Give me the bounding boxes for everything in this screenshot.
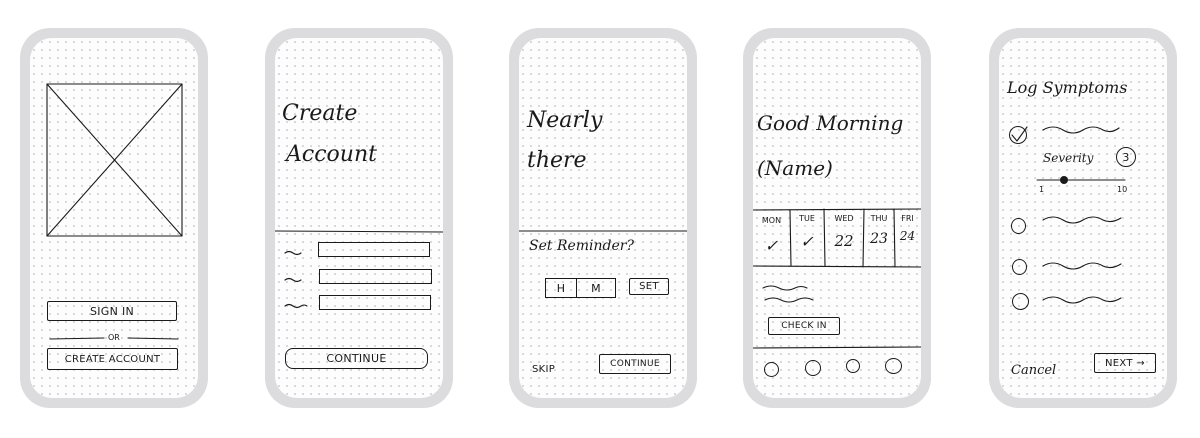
check-in-label: CHECK IN — [781, 321, 827, 331]
or-divider-label: OR — [108, 333, 120, 342]
continue-label: CONTINUE — [326, 352, 387, 365]
check-in-button[interactable]: CHECK IN — [768, 317, 840, 335]
phone-reminder: Nearly there Set Reminder? H M SET SKIP … — [509, 28, 697, 408]
symptom-checkbox-1[interactable] — [1009, 126, 1027, 144]
set-label: SET — [639, 281, 659, 292]
day-label-mon: MON — [761, 216, 782, 225]
slider-max-label: 10 — [1117, 185, 1128, 194]
continue-label: CONTINUE — [610, 359, 660, 369]
symptom-checkbox-2[interactable] — [1011, 218, 1026, 234]
symptom-checkbox-3[interactable] — [1012, 259, 1027, 275]
hours-placeholder: H — [556, 281, 566, 295]
nav-tab-3[interactable] — [846, 359, 860, 373]
set-reminder-label: Set Reminder? — [529, 238, 634, 254]
symptom-checkbox-4[interactable] — [1012, 293, 1029, 310]
day-mark-thu[interactable]: 23 — [864, 232, 894, 246]
minutes-placeholder: M — [591, 281, 601, 295]
nav-tab-4[interactable] — [885, 358, 902, 374]
screen-welcome: SIGN IN OR CREATE ACCOUNT — [30, 38, 198, 398]
severity-slider-handle[interactable] — [1060, 176, 1068, 184]
screen-create-account: Create Account CONTINUE — [275, 38, 443, 398]
day-mark-tue[interactable]: ✓ — [790, 234, 824, 250]
day-mark-mon[interactable]: ✓ — [753, 238, 790, 254]
day-label-fri: FRI — [901, 214, 914, 223]
severity-value-badge: 3 — [1116, 147, 1136, 167]
skip-link[interactable]: SKIP — [532, 365, 555, 375]
severity-label: Severity — [1043, 151, 1094, 165]
symptom-list-sketch — [1011, 126, 1126, 304]
minutes-input[interactable]: M — [576, 278, 616, 298]
image-placeholder — [46, 83, 183, 340]
severity-value: 3 — [1122, 150, 1130, 164]
phone-home: Good Morning (Name) MON TUE WED THU FRI … — [743, 28, 931, 408]
form-field-3[interactable] — [319, 295, 431, 310]
screen-reminder: Nearly there Set Reminder? H M SET SKIP … — [519, 38, 687, 398]
cancel-link[interactable]: Cancel — [1011, 364, 1056, 377]
next-button[interactable]: NEXT → — [1094, 353, 1156, 373]
form-field-1[interactable] — [318, 242, 430, 257]
continue-button[interactable]: CONTINUE — [285, 348, 428, 369]
phone-welcome: SIGN IN OR CREATE ACCOUNT — [20, 28, 208, 408]
sign-in-button[interactable]: SIGN IN — [47, 301, 177, 321]
continue-button[interactable]: CONTINUE — [599, 354, 671, 374]
set-button[interactable]: SET — [629, 278, 669, 295]
divider-line — [519, 230, 687, 232]
day-label-tue: TUE — [799, 214, 815, 223]
screen-home: Good Morning (Name) MON TUE WED THU FRI … — [753, 38, 921, 398]
next-label: NEXT → — [1105, 357, 1145, 369]
hours-input[interactable]: H — [545, 278, 577, 298]
form-field-2[interactable] — [319, 269, 432, 284]
form-sketch — [275, 230, 443, 309]
sign-in-label: SIGN IN — [89, 304, 135, 318]
day-mark-fri[interactable]: 24 — [894, 230, 921, 242]
create-account-label: CREATE ACCOUNT — [64, 353, 161, 365]
phone-log-symptoms: Log Symptoms Severity 3 1 10 Cancel NEXT… — [989, 28, 1177, 408]
phone-create-account: Create Account CONTINUE — [265, 28, 453, 408]
day-mark-wed[interactable]: 22 — [824, 234, 864, 249]
day-label-thu: THU — [870, 214, 888, 223]
slider-min-label: 1 — [1039, 185, 1045, 194]
nav-tab-2[interactable] — [805, 360, 821, 376]
create-account-button[interactable]: CREATE ACCOUNT — [47, 348, 178, 370]
day-label-wed: WED — [834, 214, 854, 223]
screen-log-symptoms: Log Symptoms Severity 3 1 10 Cancel NEXT… — [999, 38, 1167, 398]
nav-tab-1[interactable] — [764, 362, 779, 377]
